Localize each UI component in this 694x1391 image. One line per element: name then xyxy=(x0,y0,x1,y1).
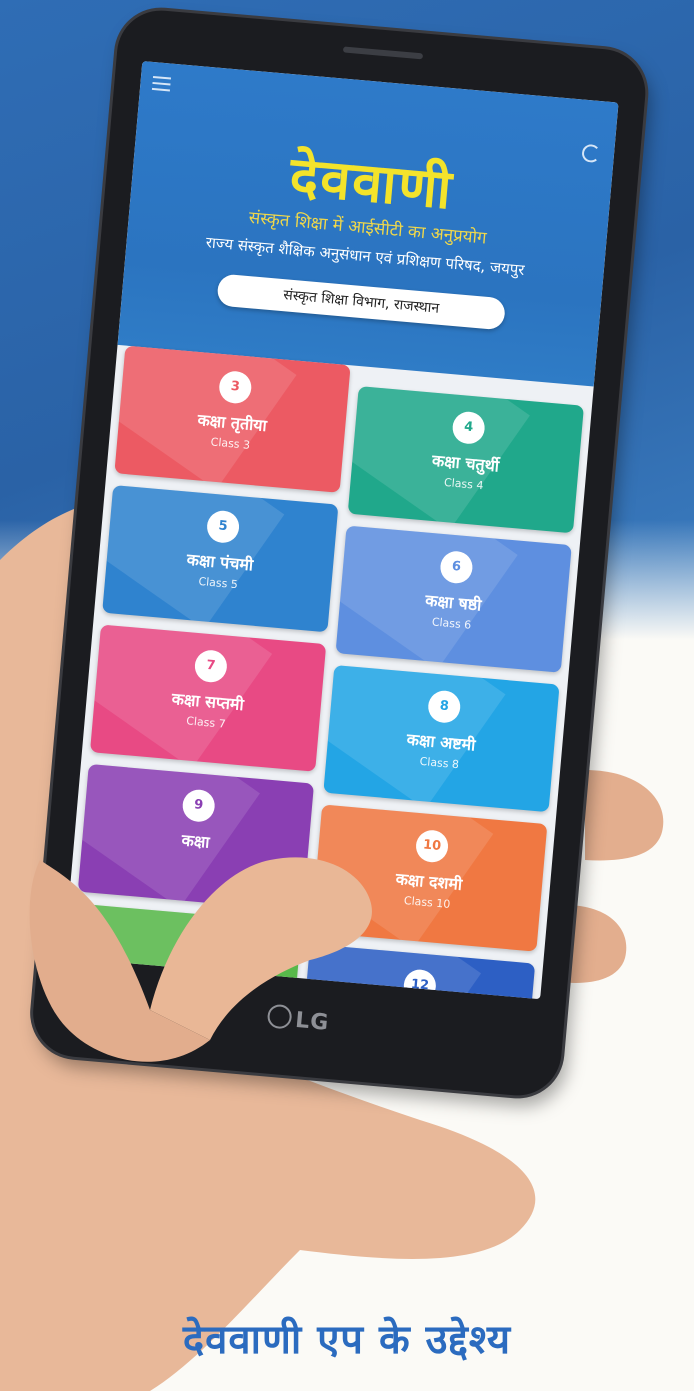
thumb xyxy=(29,857,372,1062)
caption-title: देववाणी एप के उद्देश्य xyxy=(182,1317,512,1363)
